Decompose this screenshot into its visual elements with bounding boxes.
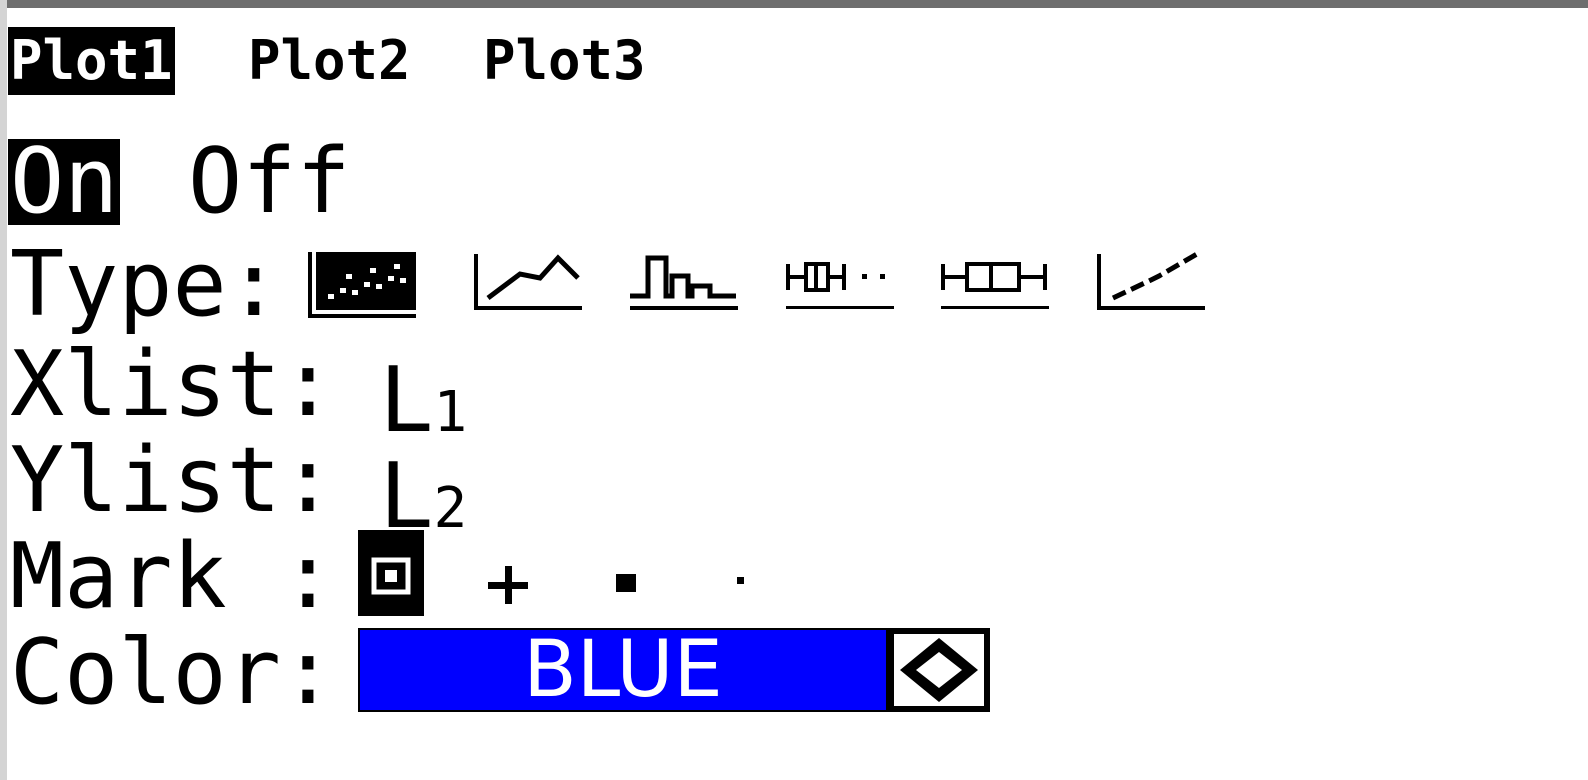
left-right-arrow-icon[interactable] xyxy=(888,628,990,712)
plus-mark-icon[interactable] xyxy=(476,530,542,616)
color-label: Color: xyxy=(10,620,336,725)
histogram-plot-icon[interactable] xyxy=(630,250,738,320)
square-mark-icon[interactable] xyxy=(592,530,658,616)
tab-plot2[interactable]: Plot2 xyxy=(246,27,413,95)
off-option[interactable]: Off xyxy=(186,137,353,227)
screen-top-border xyxy=(0,0,1588,8)
xyline-plot-icon[interactable] xyxy=(474,250,582,320)
color-value-field[interactable]: BLUE xyxy=(358,628,888,712)
tab-plot1[interactable]: Plot1 xyxy=(8,27,175,95)
boxplot-icon[interactable] xyxy=(941,250,1049,320)
box-mark-icon[interactable] xyxy=(358,530,424,616)
screen-left-border xyxy=(0,0,7,780)
type-label: Type: xyxy=(10,232,281,337)
mark-label: Mark : xyxy=(10,524,336,629)
on-option[interactable]: On xyxy=(8,137,121,227)
tab-plot3[interactable]: Plot3 xyxy=(481,27,648,95)
dot-mark-icon[interactable] xyxy=(708,530,774,616)
ylist-label: Ylist: xyxy=(10,428,336,533)
normal-probability-plot-icon[interactable] xyxy=(1097,250,1205,320)
modified-boxplot-icon[interactable] xyxy=(786,250,894,320)
xlist-label: Xlist: xyxy=(10,332,336,437)
ylist-value[interactable]: L2 xyxy=(360,436,467,542)
xlist-value[interactable]: L1 xyxy=(360,340,467,446)
ylist-subscript: 2 xyxy=(433,476,468,541)
scatter-plot-icon[interactable] xyxy=(308,250,416,320)
